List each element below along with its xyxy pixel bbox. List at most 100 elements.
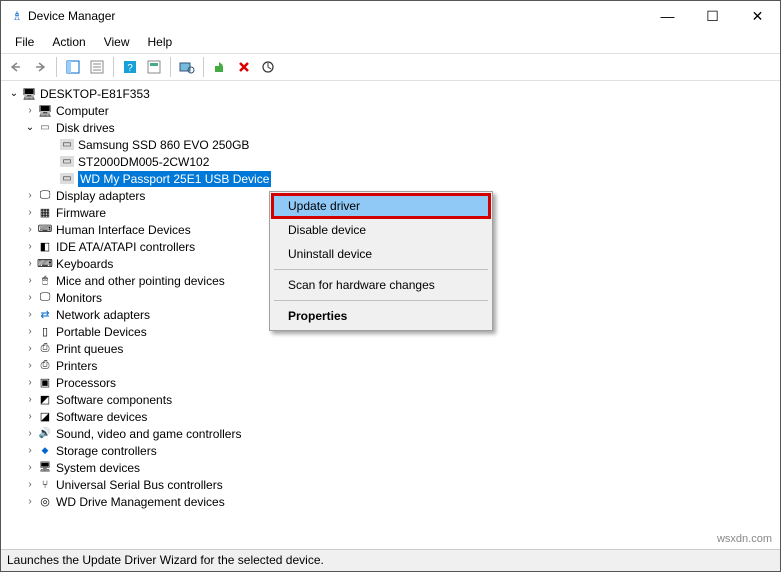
expand-icon[interactable]: ⌄	[23, 121, 37, 135]
drive-icon	[59, 171, 75, 187]
minimize-button[interactable]: —	[645, 1, 690, 31]
toolbar-separator	[203, 57, 204, 77]
keyboard-icon	[37, 256, 53, 272]
storage-icon	[37, 443, 53, 459]
expand-icon[interactable]: ›	[23, 240, 37, 254]
toolbar-separator	[170, 57, 171, 77]
context-disable-device[interactable]: Disable device	[272, 218, 490, 242]
tree-item-disk-drives[interactable]: ⌄ Disk drives	[3, 119, 778, 136]
system-icon	[37, 460, 53, 476]
expand-icon[interactable]: ›	[23, 427, 37, 441]
svg-text:?: ?	[127, 63, 133, 74]
tree-root[interactable]: ⌄ DESKTOP-E81F353	[3, 85, 778, 102]
tree-item-wd-passport[interactable]: WD My Passport 25E1 USB Device	[3, 170, 778, 187]
watermark: wsxdn.com	[717, 533, 772, 545]
tree-label: Portable Devices	[56, 325, 147, 339]
tree-label: WD My Passport 25E1 USB Device	[78, 171, 271, 187]
tree-label: Universal Serial Bus controllers	[56, 478, 223, 492]
expand-icon[interactable]: ⌄	[7, 87, 21, 101]
computer-icon	[37, 103, 53, 119]
tree-item-sound[interactable]: › Sound, video and game controllers	[3, 425, 778, 442]
toolbar-separator	[113, 57, 114, 77]
wd-icon	[37, 494, 53, 510]
tree-label: Display adapters	[56, 189, 145, 203]
expand-icon[interactable]: ›	[23, 376, 37, 390]
expand-icon[interactable]: ›	[23, 223, 37, 237]
scan-hardware-button[interactable]	[176, 56, 198, 78]
tree-label: Print queues	[56, 342, 123, 356]
tree-item-samsung[interactable]: Samsung SSD 860 EVO 250GB	[3, 136, 778, 153]
context-scan-hardware[interactable]: Scan for hardware changes	[272, 273, 490, 297]
maximize-button[interactable]: ☐	[690, 1, 735, 31]
close-button[interactable]: ✕	[735, 1, 780, 31]
tree-label: Software components	[56, 393, 172, 407]
portable-icon	[37, 324, 53, 340]
back-button[interactable]	[5, 56, 27, 78]
window-title: Device Manager	[28, 9, 645, 23]
menu-help[interactable]: Help	[140, 33, 181, 51]
expand-icon[interactable]: ›	[23, 495, 37, 509]
tree-item-processors[interactable]: › Processors	[3, 374, 778, 391]
sound-icon	[37, 426, 53, 442]
context-separator	[274, 269, 488, 270]
tree-item-storage[interactable]: › Storage controllers	[3, 442, 778, 459]
disable-button[interactable]	[257, 56, 279, 78]
tree-label: Keyboards	[56, 257, 113, 271]
tree-label: Firmware	[56, 206, 106, 220]
tree-item-system[interactable]: › System devices	[3, 459, 778, 476]
tree-item-swdev[interactable]: › Software devices	[3, 408, 778, 425]
tree-item-printq[interactable]: › Print queues	[3, 340, 778, 357]
tree-label: Disk drives	[56, 121, 115, 135]
update-driver-button[interactable]	[209, 56, 231, 78]
expand-icon[interactable]: ›	[23, 189, 37, 203]
menubar: File Action View Help	[1, 31, 780, 53]
expand-icon[interactable]: ›	[23, 342, 37, 356]
disk-icon	[37, 120, 53, 136]
help-button[interactable]: ?	[119, 56, 141, 78]
software-device-icon	[37, 409, 53, 425]
properties-button[interactable]	[86, 56, 108, 78]
expand-icon[interactable]: ›	[23, 478, 37, 492]
mouse-icon	[37, 273, 53, 289]
tree-label: Software devices	[56, 410, 147, 424]
menu-action[interactable]: Action	[44, 33, 93, 51]
tree-item-st2000[interactable]: ST2000DM005-2CW102	[3, 153, 778, 170]
expand-icon[interactable]: ›	[23, 461, 37, 475]
expand-icon[interactable]: ›	[23, 325, 37, 339]
display-icon	[37, 188, 53, 204]
uninstall-button[interactable]	[233, 56, 255, 78]
expand-icon[interactable]: ›	[23, 308, 37, 322]
tree-label: Sound, video and game controllers	[56, 427, 241, 441]
context-update-driver[interactable]: Update driver	[272, 194, 490, 218]
tree-item-swcomp[interactable]: › Software components	[3, 391, 778, 408]
context-properties[interactable]: Properties	[272, 304, 490, 328]
expand-icon[interactable]: ›	[23, 257, 37, 271]
expand-icon[interactable]: ›	[23, 291, 37, 305]
drive-icon	[59, 137, 75, 153]
tree-item-computer[interactable]: › Computer	[3, 102, 778, 119]
tree-item-usb[interactable]: › Universal Serial Bus controllers	[3, 476, 778, 493]
tree-item-wddrive[interactable]: › WD Drive Management devices	[3, 493, 778, 510]
expand-icon[interactable]: ›	[23, 206, 37, 220]
expand-icon[interactable]: ›	[23, 274, 37, 288]
expand-icon[interactable]: ›	[23, 393, 37, 407]
expand-icon[interactable]: ›	[23, 359, 37, 373]
forward-button[interactable]	[29, 56, 51, 78]
chip-icon	[37, 205, 53, 221]
action-button[interactable]	[143, 56, 165, 78]
printer-icon	[37, 358, 53, 374]
statusbar: Launches the Update Driver Wizard for th…	[1, 549, 780, 571]
monitor-icon	[37, 290, 53, 306]
context-uninstall-device[interactable]: Uninstall device	[272, 242, 490, 266]
menu-file[interactable]: File	[7, 33, 42, 51]
menu-view[interactable]: View	[96, 33, 138, 51]
tree-label: Computer	[56, 104, 109, 118]
tree-label: Human Interface Devices	[56, 223, 191, 237]
expand-icon[interactable]: ›	[23, 410, 37, 424]
show-hide-tree-button[interactable]	[62, 56, 84, 78]
expand-icon[interactable]: ›	[23, 104, 37, 118]
computer-icon	[21, 86, 37, 102]
expand-icon[interactable]: ›	[23, 444, 37, 458]
toolbar-separator	[56, 57, 57, 77]
tree-item-printers[interactable]: › Printers	[3, 357, 778, 374]
